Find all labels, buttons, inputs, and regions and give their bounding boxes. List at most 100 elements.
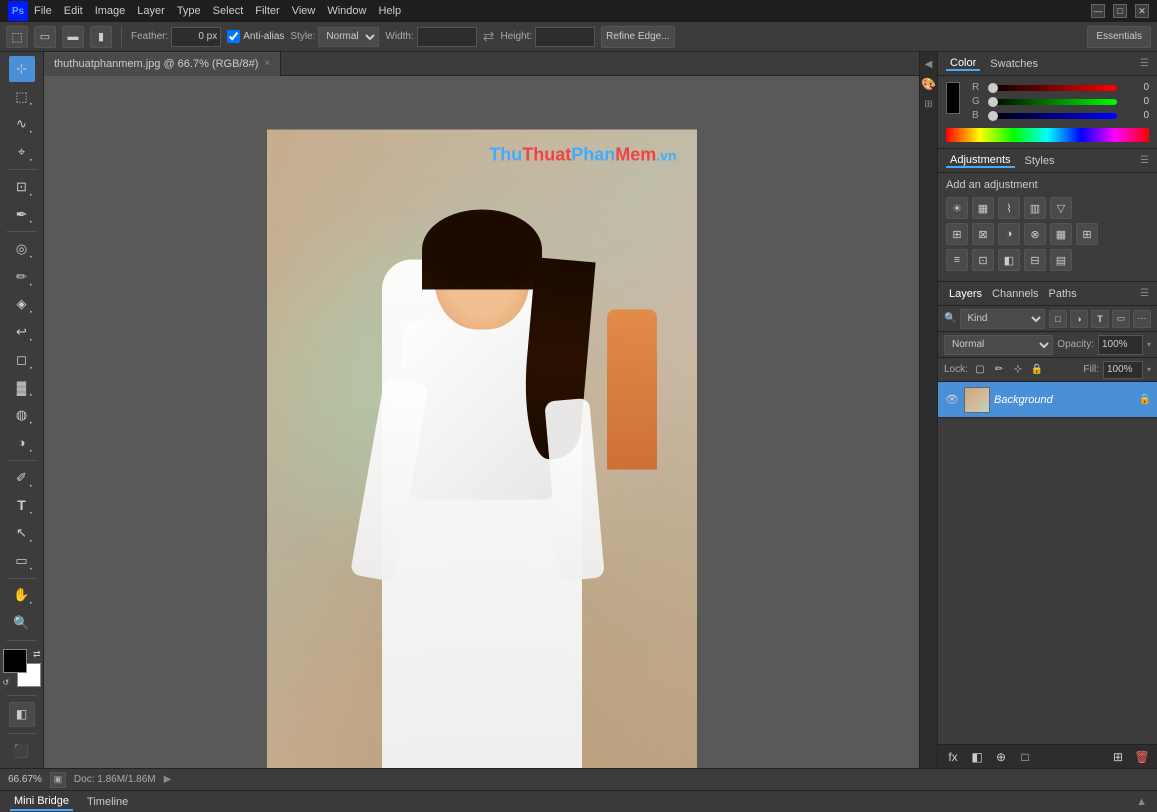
file-tab[interactable]: thuthuatphanmem.jpg @ 66.7% (RGB/8#) × [44,52,281,76]
color-spectrum-bar[interactable] [946,128,1149,142]
lock-all-button[interactable]: 🔒 [1029,362,1045,378]
channel-g-slider[interactable] [988,99,1117,105]
height-input[interactable] [535,27,595,47]
menu-layer[interactable]: Layer [137,5,165,17]
shape-tool-button[interactable]: ▭ ▸ [9,548,35,574]
layers-panel-menu-button[interactable]: ☰ [1140,288,1149,299]
eyedropper-button[interactable]: ✒ ▸ [9,202,35,228]
color-panel-menu-button[interactable]: ☰ [1140,58,1149,69]
gradient-map-button[interactable]: ⊟ [1024,249,1046,271]
path-selection-button[interactable]: ↖ ▸ [9,520,35,546]
lock-transparent-button[interactable]: ▢ [972,362,988,378]
rectangular-marquee-button[interactable]: ⬚ ▸ [9,84,35,110]
selective-color-button[interactable]: ▤ [1050,249,1072,271]
gradient-button[interactable]: ▓ ▸ [9,375,35,401]
layers-tab[interactable]: Layers [946,288,985,300]
close-button[interactable]: ✕ [1135,4,1149,18]
color-lookup-button[interactable]: ⊞ [1076,223,1098,245]
zoom-info-button[interactable]: ▣ [50,772,66,788]
blend-mode-select[interactable]: Normal [944,335,1053,355]
panel-expand-button[interactable]: ◀ [921,56,937,72]
filter-type-button[interactable]: T [1091,310,1109,328]
fill-arrow-icon[interactable]: ▾ [1147,365,1151,374]
filter-adjust-button[interactable]: ◑ [1070,310,1088,328]
swatches-tab[interactable]: Swatches [986,58,1042,70]
panel-icon-2[interactable]: ⊞ [921,96,937,112]
mini-bridge-collapse-icon[interactable]: ▲ [1136,796,1147,808]
antialias-checkbox[interactable]: Anti-alias [227,30,284,43]
channel-mixer-button[interactable]: ▦ [1050,223,1072,245]
layer-item-background[interactable]: 👁 Background 🔒 [938,382,1157,418]
menu-edit[interactable]: Edit [64,5,83,17]
menu-select[interactable]: Select [213,5,244,17]
marquee-row-icon[interactable]: ▬ [62,26,84,48]
menu-type[interactable]: Type [177,5,201,17]
lasso-tool-button[interactable]: ∿ ▸ [9,111,35,137]
layer-mask-button[interactable]: ◧ [968,748,986,766]
mini-bridge-tab[interactable]: Mini Bridge [10,793,73,811]
main-color-swatch[interactable] [946,82,960,114]
threshold-button[interactable]: ◧ [998,249,1020,271]
filter-shape-button[interactable]: ▭ [1112,310,1130,328]
swap-colors-icon[interactable]: ⇄ [33,649,41,660]
opacity-arrow-icon[interactable]: ▾ [1147,340,1151,349]
swap-icon[interactable]: ⇄ [483,28,495,45]
layer-fx-button[interactable]: fx [944,748,962,766]
doc-info-arrow[interactable]: ▶ [164,774,172,785]
blur-button[interactable]: ◍ ▸ [9,402,35,428]
fill-input[interactable] [1103,361,1143,379]
vibrance-button[interactable]: ▽ [1050,197,1072,219]
reset-colors-icon[interactable]: ↺ [3,678,10,687]
new-layer-button[interactable]: ⊞ [1109,748,1127,766]
adjustments-tab[interactable]: Adjustments [946,154,1015,168]
layer-adjustment-button[interactable]: ⊕ [992,748,1010,766]
essentials-button[interactable]: Essentials [1087,26,1151,48]
styles-tab[interactable]: Styles [1021,155,1059,167]
quick-mask-button[interactable]: ◧ [9,702,35,728]
marquee-rect-icon[interactable]: ▭ [34,26,56,48]
color-balance-button[interactable]: ⊠ [972,223,994,245]
foreground-color-swatch[interactable] [3,649,27,673]
refine-edge-button[interactable]: Refine Edge... [601,26,674,48]
width-input[interactable] [417,27,477,47]
menu-window[interactable]: Window [327,5,366,17]
antialias-check[interactable] [227,30,240,43]
invert-button[interactable]: ≡ [946,249,968,271]
color-tab[interactable]: Color [946,57,980,71]
menu-help[interactable]: Help [378,5,401,17]
marquee-col-icon[interactable]: ▮ [90,26,112,48]
eraser-button[interactable]: ◻ ▸ [9,347,35,373]
pen-tool-button[interactable]: ✐ ▸ [9,465,35,491]
exposure-button[interactable]: ▥ [1024,197,1046,219]
crop-tool-button[interactable]: ⊡ ▸ [9,174,35,200]
zoom-tool-button[interactable]: 🔍 [9,610,35,636]
tool-options-icon[interactable]: ⬚ [6,26,28,48]
channel-r-slider[interactable] [988,85,1117,91]
delete-layer-button[interactable]: 🗑 [1133,748,1151,766]
quick-select-button[interactable]: ⌖ ▸ [9,139,35,165]
dodge-button[interactable]: ◑ ▸ [9,430,35,456]
curves-button[interactable]: ⌇ [998,197,1020,219]
paths-tab[interactable]: Paths [1046,288,1080,300]
levels-button[interactable]: ▦ [972,197,994,219]
filter-pixel-button[interactable]: □ [1049,310,1067,328]
panel-icon-1[interactable]: 🎨 [921,76,937,92]
menu-view[interactable]: View [292,5,316,17]
healing-brush-button[interactable]: ◎ ▸ [9,236,35,262]
style-select[interactable]: Normal [318,27,379,47]
canvas-scroll[interactable]: ThuThuatPhanMem.vn [44,76,919,768]
menu-image[interactable]: Image [95,5,126,17]
maximize-button[interactable]: □ [1113,4,1127,18]
layer-visibility-eye[interactable]: 👁 [944,392,960,408]
feather-input[interactable] [171,27,221,47]
lock-move-button[interactable]: ⊹ [1010,362,1026,378]
adjustments-panel-menu-button[interactable]: ☰ [1140,155,1149,166]
timeline-tab[interactable]: Timeline [83,794,132,810]
channels-tab[interactable]: Channels [989,288,1041,300]
channel-b-slider[interactable] [988,113,1117,119]
filter-smart-button[interactable]: ⋯ [1133,310,1151,328]
file-tab-close[interactable]: × [264,58,270,69]
brush-tool-button[interactable]: ✏ ▸ [9,264,35,290]
hand-tool-button[interactable]: ✋ ▸ [9,583,35,609]
brightness-contrast-button[interactable]: ☀ [946,197,968,219]
